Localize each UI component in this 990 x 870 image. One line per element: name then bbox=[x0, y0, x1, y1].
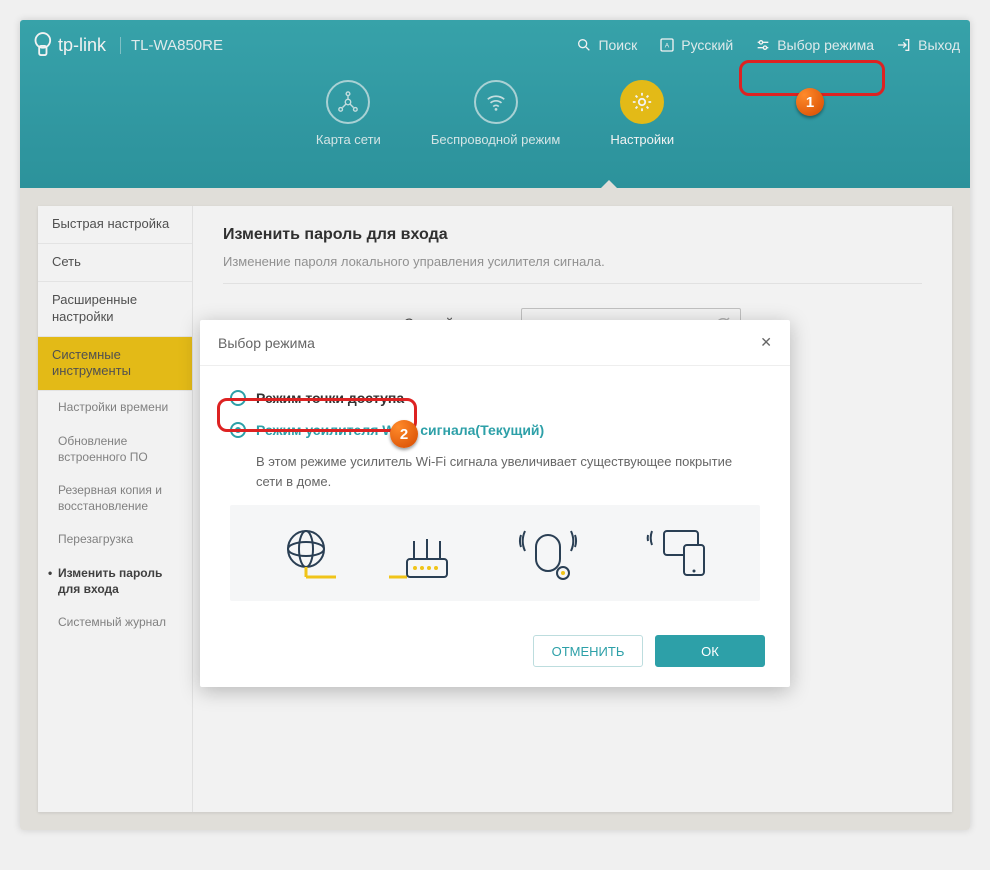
option-ap-label: Режим точки доступа bbox=[256, 390, 404, 406]
modal-overlay: Выбор режима ✕ Режим точки доступа Режим… bbox=[20, 20, 970, 830]
router-icon bbox=[389, 523, 459, 583]
globe-icon bbox=[276, 523, 336, 583]
mode-description: В этом режиме усилитель Wi-Fi сигнала ув… bbox=[256, 452, 760, 491]
option-ap[interactable]: Режим точки доступа bbox=[230, 382, 760, 414]
mode-diagram bbox=[230, 505, 760, 601]
extender-icon bbox=[511, 523, 591, 583]
option-extender[interactable]: Режим усилителя Wi-Fi сигнала(Текущий) bbox=[230, 414, 760, 446]
radio-ap[interactable] bbox=[230, 390, 246, 406]
mode-modal: Выбор режима ✕ Режим точки доступа Режим… bbox=[200, 320, 790, 687]
devices-icon bbox=[644, 523, 714, 583]
cancel-button[interactable]: ОТМЕНИТЬ bbox=[533, 635, 643, 667]
modal-title: Выбор режима bbox=[218, 335, 315, 351]
radio-extender[interactable] bbox=[230, 422, 246, 438]
ok-button[interactable]: ОК bbox=[655, 635, 765, 667]
close-icon[interactable]: ✕ bbox=[760, 334, 772, 351]
option-extender-label: Режим усилителя Wi-Fi сигнала(Текущий) bbox=[256, 422, 544, 438]
